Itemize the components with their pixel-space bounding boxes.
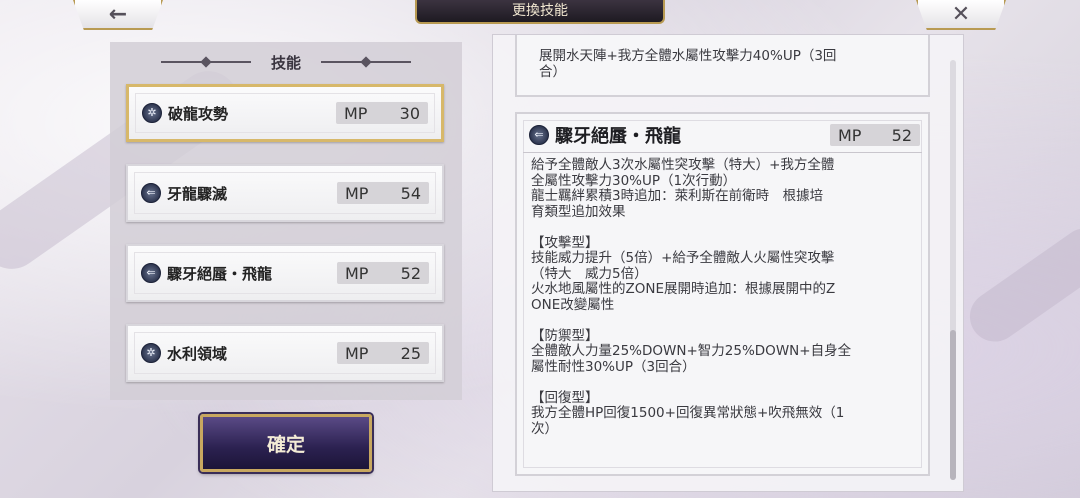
mp-label: MP <box>345 343 369 363</box>
mp-label: MP <box>344 103 368 123</box>
scrollbar-thumb[interactable] <box>950 330 956 480</box>
divider <box>523 152 922 153</box>
skill-type-icon: ⇐ <box>141 183 161 203</box>
background-decoration <box>960 218 1080 352</box>
skill-detail-title: 驟牙絕蜃・飛龍 <box>555 126 681 147</box>
skill-type-icon: ⇐ <box>141 263 161 283</box>
heading-ornament <box>160 59 251 65</box>
mp-value: 54 <box>400 183 421 203</box>
mp-cost: MP 30 <box>336 102 428 124</box>
close-button[interactable]: ✕ <box>916 0 1006 30</box>
skill-list-heading: 技能 <box>110 50 462 74</box>
heading-ornament <box>321 59 411 65</box>
skill-type-icon: ✲ <box>142 103 162 123</box>
detail-scrollbar[interactable] <box>950 60 956 480</box>
previous-skill-card: 展開水天陣+我方全體水屬性攻擊力40%UP（3回 合） <box>515 35 930 97</box>
mp-value: 52 <box>400 263 421 283</box>
previous-skill-description: 展開水天陣+我方全體水屬性攻擊力40%UP（3回 合） <box>539 48 837 80</box>
back-arrow-icon: ← <box>108 1 128 27</box>
mp-label: MP <box>345 263 369 283</box>
skill-name: 牙龍驟滅 <box>167 184 228 203</box>
mp-label: MP <box>345 183 369 203</box>
mp-cost: MP 52 <box>830 124 920 146</box>
mp-value: 30 <box>399 103 420 123</box>
skill-name: 破龍攻勢 <box>168 104 229 123</box>
mp-cost: MP 52 <box>337 262 429 284</box>
skill-item-3[interactable]: ⇐ 驟牙絕蜃・飛龍 MP 52 <box>126 244 444 302</box>
skill-name: 驟牙絕蜃・飛龍 <box>167 264 273 283</box>
skill-detail-card: ⇐ 驟牙絕蜃・飛龍 MP 52 給予全體敵人3次水屬性突攻擊（特大）+我方全體 … <box>515 112 930 476</box>
confirm-button[interactable]: 確定 <box>200 414 372 472</box>
skill-type-icon: ⇐ <box>529 125 549 145</box>
screen-title: 更換技能 <box>415 0 665 24</box>
mp-cost: MP 54 <box>337 182 429 204</box>
skill-name: 水利領域 <box>167 344 228 363</box>
skill-item-4[interactable]: ✲ 水利領域 MP 25 <box>126 324 444 382</box>
skill-item-1[interactable]: ✲ 破龍攻勢 MP 30 <box>126 84 444 142</box>
back-button[interactable]: ← <box>73 0 163 30</box>
mp-value: 25 <box>400 343 421 363</box>
mp-label: MP <box>838 125 862 145</box>
mp-cost: MP 25 <box>337 342 429 364</box>
skill-list-title: 技能 <box>270 53 301 72</box>
skill-detail-panel: 展開水天陣+我方全體水屬性攻擊力40%UP（3回 合） ⇐ 驟牙絕蜃・飛龍 MP… <box>492 34 964 492</box>
mp-value: 52 <box>891 125 912 145</box>
close-icon: ✕ <box>951 1 971 27</box>
skill-type-icon: ✲ <box>141 343 161 363</box>
skill-item-2[interactable]: ⇐ 牙龍驟滅 MP 54 <box>126 164 444 222</box>
skill-detail-header: ⇐ 驟牙絕蜃・飛龍 MP 52 <box>523 122 920 148</box>
skill-list-panel: 技能 ✲ 破龍攻勢 MP 30 ⇐ 牙龍驟滅 MP 54 ⇐ 驟牙絕蜃・飛龍 M… <box>110 42 462 400</box>
skill-detail-description: 給予全體敵人3次水屬性突攻擊（特大）+我方全體 全屬性攻擊力30%UP（1次行動… <box>531 157 852 437</box>
